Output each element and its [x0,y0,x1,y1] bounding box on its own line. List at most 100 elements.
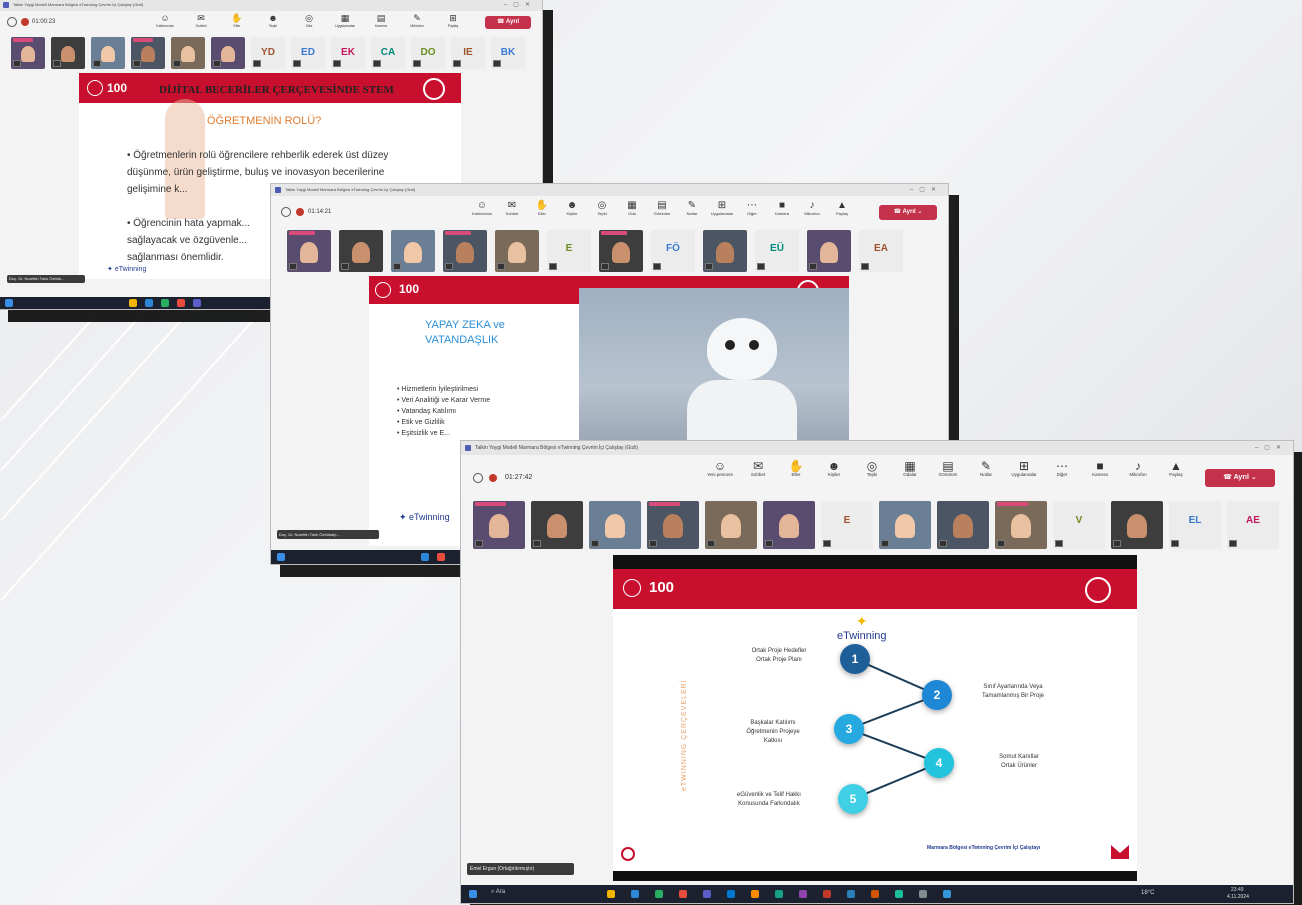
taskbar-app-icon[interactable] [421,553,429,561]
participant-tile[interactable]: FÖ [651,230,695,272]
taskbar-app-icon[interactable] [751,890,759,898]
taskbar-app-icon[interactable] [655,890,663,898]
toolbar-button-9[interactable]: ⋯ Diğer [1043,460,1081,477]
participant-tile[interactable] [287,230,331,272]
toolbar-button-9[interactable]: ⋯ Diğer [737,200,767,216]
participant-tile[interactable] [473,501,525,549]
window-controls[interactable]: –▢✕ [1255,441,1287,455]
taskbar-app-icon[interactable] [871,890,879,898]
participant-tile[interactable] [131,37,165,69]
toolbar-button-5[interactable]: ▦ Oda [617,200,647,216]
participant-tile[interactable]: V [1053,501,1105,549]
participant-tile[interactable]: EK [331,37,365,69]
toolbar-button-10[interactable]: ■ Kamera [1081,460,1119,477]
taskbar-app-icon[interactable] [727,890,735,898]
participant-tile[interactable] [211,37,245,69]
participant-tile[interactable]: EÜ [755,230,799,272]
participant-tile[interactable]: E [821,501,873,549]
toolbar-button-11[interactable]: ♪ Mikrofon [797,200,827,216]
participant-tile[interactable] [647,501,699,549]
participant-tile[interactable]: E [547,230,591,272]
toolbar-button-0[interactable]: ☺ Yeni pencere [701,460,739,477]
participant-tile[interactable] [703,230,747,272]
toolbar-button-6[interactable]: ▤ Kamera [363,13,399,29]
toolbar-button-12[interactable]: ▲ Paylaş [827,200,857,216]
participant-tile[interactable] [11,37,45,69]
toolbar-button-8[interactable]: ⊞ Paylaş [435,13,471,29]
toolbar-button-7[interactable]: ✎ Notlar [677,200,707,216]
taskbar-app-icon[interactable] [847,890,855,898]
participant-tile[interactable] [937,501,989,549]
participant-tile[interactable]: ED [291,37,325,69]
taskbar-app-icon[interactable] [145,299,153,307]
participant-tile[interactable] [51,37,85,69]
toolbar-button-0[interactable]: ☺ Katılımcılar [147,13,183,29]
taskbar-app-icon[interactable] [799,890,807,898]
participant-tile[interactable]: BK [491,37,525,69]
windows-start-icon[interactable] [469,890,477,898]
window-controls[interactable]: –▢✕ [504,0,536,11]
toolbar-button-3[interactable]: ☻ Kişiler [557,200,587,216]
taskbar-search[interactable]: ⌕ Ara [491,889,505,896]
taskbar-app-icon[interactable] [679,890,687,898]
leave-button[interactable]: ☎ Ayrıl [485,16,531,29]
participant-tile[interactable]: IE [451,37,485,69]
participant-tile[interactable] [879,501,931,549]
toolbar-button-10[interactable]: ■ Kamera [767,200,797,216]
participant-tile[interactable] [995,501,1047,549]
taskbar-app-icon[interactable] [943,890,951,898]
taskbar-app-icon[interactable] [823,890,831,898]
participant-tile[interactable] [91,37,125,69]
toolbar-button-2[interactable]: ✋ Eller [777,460,815,477]
participant-tile[interactable]: YD [251,37,285,69]
toolbar-button-3[interactable]: ☻ Tepki [255,13,291,29]
participant-tile[interactable] [807,230,851,272]
toolbar-button-3[interactable]: ☻ Kişiler [815,460,853,477]
windows-start-icon[interactable] [277,553,285,561]
participant-tile[interactable] [1111,501,1163,549]
toolbar-button-2[interactable]: ✋ Eller [527,200,557,216]
taskbar-app-icon[interactable] [919,890,927,898]
toolbar-button-2[interactable]: ✋ Eller [219,13,255,29]
toolbar-button-4[interactable]: ◎ Oda [291,13,327,29]
toolbar-button-4[interactable]: ◎ Tepki [853,460,891,477]
leave-button[interactable]: ☎ Ayrıl ⌄ [1205,469,1275,487]
participant-tile[interactable] [599,230,643,272]
taskbar-app-icon[interactable] [437,553,445,561]
taskbar-app-icon[interactable] [193,299,201,307]
toolbar-button-11[interactable]: ♪ Mikrofon [1119,460,1157,477]
toolbar-button-6[interactable]: ▤ Görünüm [929,460,967,477]
toolbar-button-12[interactable]: ▲ Paylaş [1157,460,1195,477]
participant-tile[interactable]: AE [1227,501,1279,549]
window-controls[interactable]: –▢✕ [910,184,942,196]
taskbar-app-icon[interactable] [607,890,615,898]
participant-tile[interactable]: CA [371,37,405,69]
participant-tile[interactable] [339,230,383,272]
toolbar-button-8[interactable]: ⊞ Uygulamalar [1005,460,1043,477]
toolbar-button-6[interactable]: ▤ Görünüm [647,200,677,216]
participant-tile[interactable] [531,501,583,549]
taskbar-app-icon[interactable] [631,890,639,898]
participant-tile[interactable] [443,230,487,272]
participant-tile[interactable]: EL [1169,501,1221,549]
toolbar-button-5[interactable]: ▦ Odalar [891,460,929,477]
participant-tile[interactable] [171,37,205,69]
toolbar-button-4[interactable]: ◎ Tepki [587,200,617,216]
taskbar-app-icon[interactable] [161,299,169,307]
taskbar-app-icon[interactable] [177,299,185,307]
taskbar-app-icon[interactable] [703,890,711,898]
participant-tile[interactable] [391,230,435,272]
toolbar-button-7[interactable]: ✎ Mikrofon [399,13,435,29]
taskbar-app-icon[interactable] [129,299,137,307]
toolbar-button-1[interactable]: ✉ Sohbet [183,13,219,29]
taskbar-app-icon[interactable] [775,890,783,898]
participant-tile[interactable] [495,230,539,272]
toolbar-button-0[interactable]: ☺ Katılımcılar [467,200,497,216]
toolbar-button-8[interactable]: ⊞ Uygulamalar [707,200,737,216]
toolbar-button-1[interactable]: ✉ Sohbet [739,460,777,477]
toolbar-button-5[interactable]: ▦ Uygulamalar [327,13,363,29]
participant-tile[interactable]: DO [411,37,445,69]
toolbar-button-1[interactable]: ✉ Sohbet [497,200,527,216]
leave-button[interactable]: ☎ Ayrıl ⌄ [879,205,937,220]
toolbar-button-7[interactable]: ✎ Notlar [967,460,1005,477]
